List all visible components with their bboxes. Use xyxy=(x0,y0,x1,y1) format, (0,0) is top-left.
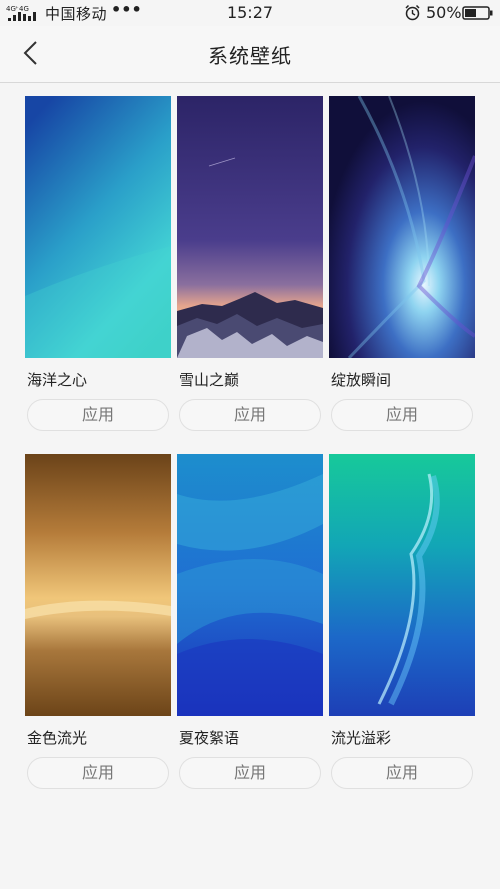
wallpaper-name: 绽放瞬间 xyxy=(331,371,392,389)
battery-icon xyxy=(462,6,493,20)
status-bar: 4G ⁺ 4G 中国移动 ••• 15:27 50% xyxy=(0,0,500,26)
wallpaper-thumbnail[interactable] xyxy=(177,454,323,716)
wallpaper-settings-screen: 4G ⁺ 4G 中国移动 ••• 15:27 50% 系统壁纸 海洋之心 应用 … xyxy=(0,0,500,889)
apply-button[interactable]: 应用 xyxy=(27,399,169,431)
navigation-bar: 系统壁纸 xyxy=(0,26,500,83)
status-time: 15:27 xyxy=(226,3,274,22)
wallpaper-thumbnail[interactable] xyxy=(25,454,171,716)
wallpaper-thumbnail[interactable] xyxy=(25,96,171,358)
apply-button[interactable]: 应用 xyxy=(179,399,321,431)
battery-percent: 50% xyxy=(426,3,462,22)
alarm-icon xyxy=(405,4,420,21)
wallpaper-thumbnail[interactable] xyxy=(329,96,475,358)
wallpaper-thumbnail[interactable] xyxy=(329,454,475,716)
apply-button[interactable]: 应用 xyxy=(179,757,321,789)
wallpaper-name: 金色流光 xyxy=(27,729,88,747)
wallpaper-name: 夏夜絮语 xyxy=(179,729,240,747)
page-title: 系统壁纸 xyxy=(208,44,292,68)
wallpaper-name: 流光溢彩 xyxy=(331,729,392,747)
apply-button[interactable]: 应用 xyxy=(27,757,169,789)
wallpaper-thumbnail[interactable] xyxy=(177,96,323,358)
wallpaper-name: 雪山之巅 xyxy=(179,371,240,389)
apply-button[interactable]: 应用 xyxy=(331,757,473,789)
wallpaper-name: 海洋之心 xyxy=(27,371,88,389)
apply-button[interactable]: 应用 xyxy=(331,399,473,431)
